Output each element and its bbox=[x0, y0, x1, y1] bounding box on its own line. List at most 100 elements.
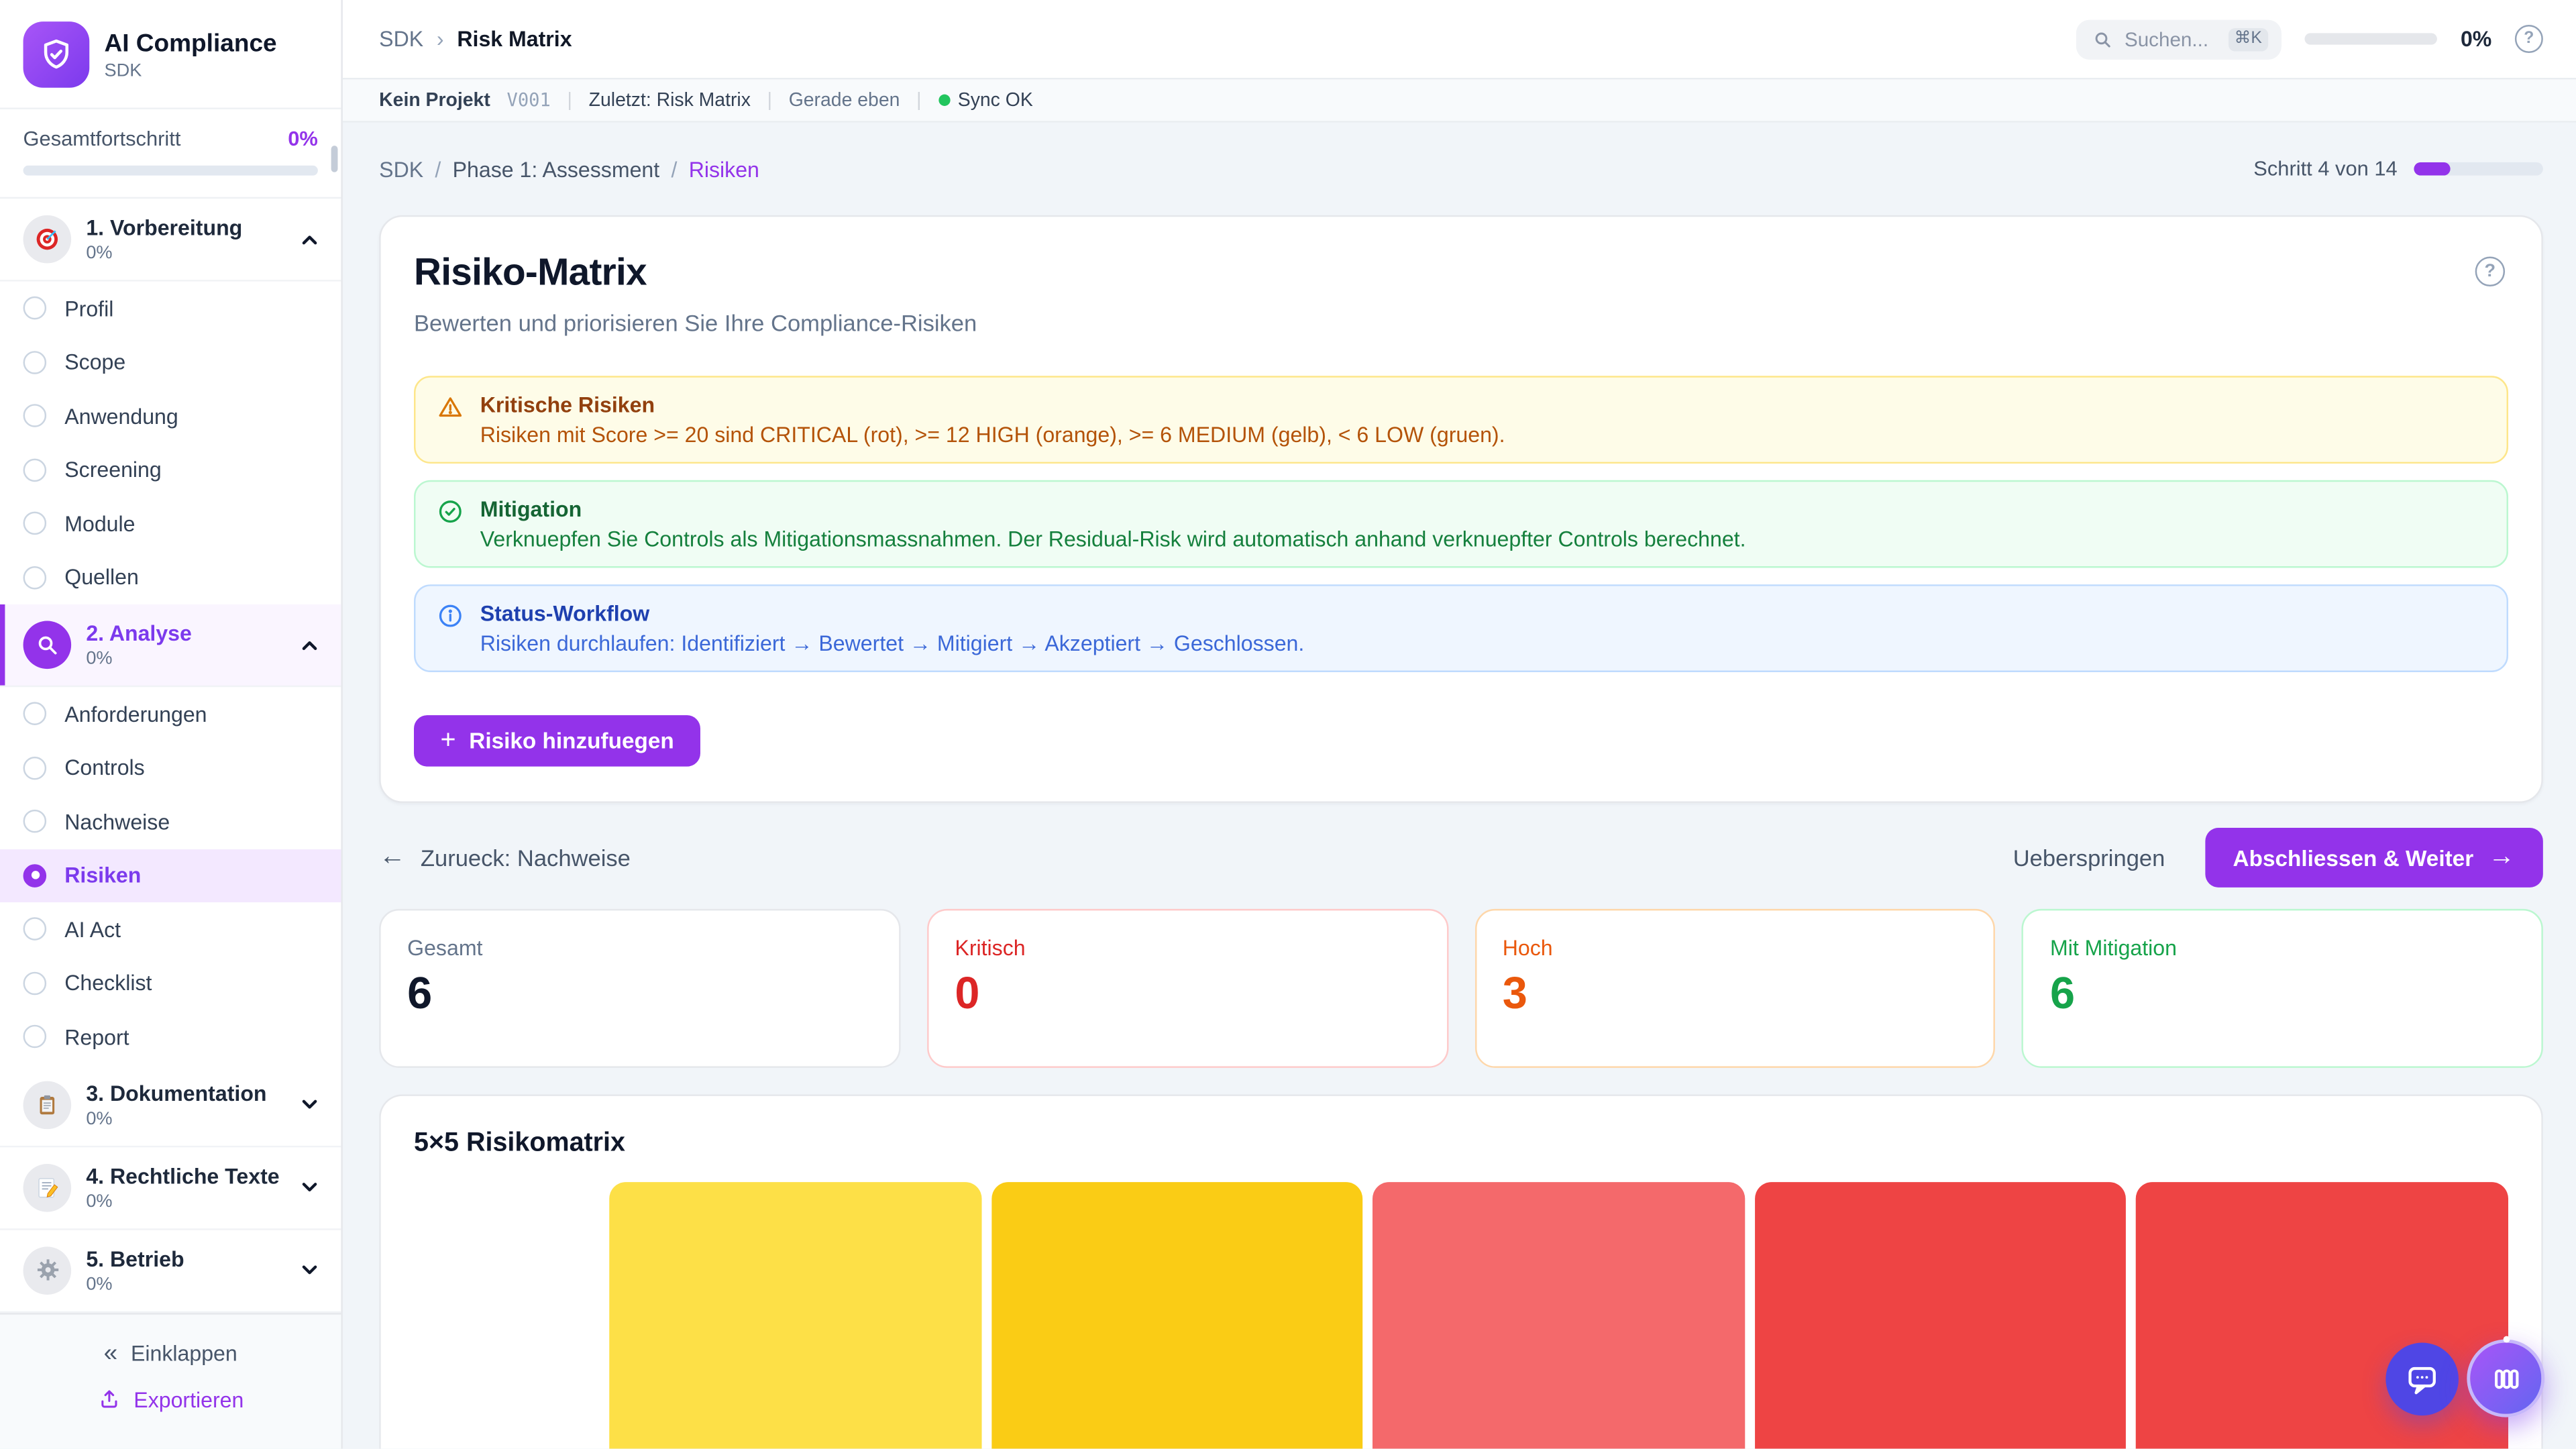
sidebar-item-screening[interactable]: Screening bbox=[0, 443, 341, 496]
radio-icon bbox=[23, 458, 47, 482]
sidebar-item-profil[interactable]: Profil bbox=[0, 282, 341, 335]
sync-status: Sync OK bbox=[938, 91, 1033, 111]
finish-next-button[interactable]: Abschliessen & Weiter → bbox=[2205, 828, 2543, 888]
stat-label: Gesamt bbox=[407, 935, 872, 960]
matrix-cell[interactable] bbox=[2137, 1182, 2508, 1448]
risk-matrix-grid-card: 5×5 Risikomatrix bbox=[379, 1094, 2543, 1448]
section-header-vorbereitung[interactable]: 1. Vorbereitung 0% bbox=[0, 199, 341, 281]
sidebar-item-controls[interactable]: Controls bbox=[0, 741, 341, 794]
help-icon[interactable]: ? bbox=[2515, 25, 2543, 53]
info-boxes: Kritische Risiken Risiken mit Score >= 2… bbox=[414, 376, 2508, 672]
info-box-title: Status-Workflow bbox=[480, 601, 1305, 626]
step-progress: Schritt 4 von 14 bbox=[2253, 157, 2543, 180]
info-box-text: Risiken durchlaufen: Identifiziert → Bew… bbox=[480, 631, 1305, 655]
sidebar-item-label: Nachweise bbox=[64, 809, 170, 834]
upload-icon bbox=[97, 1387, 121, 1411]
radio-icon bbox=[23, 971, 47, 995]
search-placeholder: Suchen... bbox=[2125, 28, 2216, 51]
matrix-cell[interactable] bbox=[991, 1182, 1362, 1448]
search-input[interactable]: Suchen... ⌘K bbox=[2076, 19, 2282, 58]
matrix-cell[interactable] bbox=[1373, 1182, 1744, 1448]
panels-fab-button[interactable] bbox=[2467, 1340, 2544, 1417]
matrix-cell[interactable] bbox=[1755, 1182, 2127, 1448]
collapse-sidebar-button[interactable]: « Einklappen bbox=[104, 1340, 237, 1365]
wizard-nav-row: ← Zurueck: Nachweise Ueberspringen Absch… bbox=[379, 828, 2543, 888]
info-box-critical-risks: Kritische Risiken Risiken mit Score >= 2… bbox=[414, 376, 2508, 464]
matrix-row-label-gutter bbox=[414, 1182, 599, 1448]
section-percent: 0% bbox=[86, 244, 283, 264]
chevron-up-icon bbox=[298, 633, 321, 657]
stats-row: Gesamt 6 Kritisch 0 Hoch 3 Mit Mitigatio… bbox=[379, 909, 2543, 1068]
step-label: Schritt 4 von 14 bbox=[2253, 157, 2397, 180]
chat-fab-button[interactable] bbox=[2385, 1343, 2459, 1416]
main-area: SDK › Risk Matrix Suchen... ⌘K 0% ? Kein… bbox=[343, 0, 2576, 1449]
section-percent: 0% bbox=[86, 1274, 283, 1294]
radio-icon bbox=[23, 702, 47, 726]
sidebar-scrollbar[interactable] bbox=[331, 146, 338, 172]
sidebar-item-label: Risiken bbox=[64, 863, 141, 888]
sidebar-section-analyse: 2. Analyse 0% Anforderungen Controls Nac… bbox=[0, 604, 341, 1064]
stat-card-mit-mitigation: Mit Mitigation 6 bbox=[2022, 909, 2543, 1068]
overall-progress-track bbox=[23, 166, 318, 176]
sidebar-item-ai-act[interactable]: AI Act bbox=[0, 902, 341, 956]
saved-time-label: Gerade eben bbox=[789, 91, 900, 111]
sidebar-item-label: Controls bbox=[64, 755, 145, 780]
back-button[interactable]: ← Zurueck: Nachweise bbox=[379, 843, 631, 872]
sidebar-item-label: Checklist bbox=[64, 971, 152, 996]
section-percent: 0% bbox=[86, 1108, 283, 1128]
stat-card-gesamt: Gesamt 6 bbox=[379, 909, 900, 1068]
radio-selected-icon bbox=[23, 864, 47, 888]
stat-value: 6 bbox=[407, 969, 872, 1020]
overall-progress: Gesamtfortschritt 0% bbox=[0, 109, 341, 199]
radio-icon bbox=[23, 351, 47, 374]
matrix-cell[interactable] bbox=[609, 1182, 981, 1448]
sidebar-item-nachweise[interactable]: Nachweise bbox=[0, 795, 341, 849]
version-badge: V001 bbox=[506, 89, 550, 111]
gear-icon bbox=[23, 1246, 72, 1294]
sidebar-item-scope[interactable]: Scope bbox=[0, 335, 341, 389]
sidebar-item-report[interactable]: Report bbox=[0, 1010, 341, 1063]
overall-progress-value: 0% bbox=[288, 127, 318, 151]
divider: | bbox=[916, 91, 921, 111]
arrow-right-icon: → bbox=[2488, 843, 2514, 872]
sidebar-item-label: Anforderungen bbox=[64, 702, 207, 727]
sidebar-item-label: Anwendung bbox=[64, 404, 178, 429]
radio-icon bbox=[23, 405, 47, 428]
page-breadcrumb: SDK / Phase 1: Assessment / Risiken bbox=[379, 156, 759, 181]
breadcrumb-root[interactable]: SDK bbox=[379, 26, 423, 51]
sidebar-item-quellen[interactable]: Quellen bbox=[0, 551, 341, 604]
add-risk-button[interactable]: + Risiko hinzufuegen bbox=[414, 715, 700, 767]
section-title: 3. Dokumentation bbox=[86, 1080, 283, 1105]
page-title: Risiko-Matrix bbox=[414, 250, 2508, 295]
section-header-betrieb[interactable]: 5. Betrieb 0% bbox=[0, 1229, 341, 1311]
sidebar-item-checklist[interactable]: Checklist bbox=[0, 956, 341, 1010]
sidebar-item-anwendung[interactable]: Anwendung bbox=[0, 389, 341, 443]
sidebar-item-label: Report bbox=[64, 1024, 129, 1049]
sync-label: Sync OK bbox=[958, 91, 1033, 111]
sidebar-item-module[interactable]: Module bbox=[0, 496, 341, 550]
warning-icon bbox=[437, 394, 464, 420]
info-box-text: Verknuepfen Sie Controls als Mitigations… bbox=[480, 527, 1746, 551]
card-help-icon[interactable]: ? bbox=[2475, 257, 2505, 286]
sidebar-item-anforderungen[interactable]: Anforderungen bbox=[0, 687, 341, 741]
sidebar-item-risiken-active[interactable]: Risiken bbox=[0, 849, 341, 902]
shield-logo-icon bbox=[23, 21, 90, 88]
sidebar-item-label: AI Act bbox=[64, 917, 121, 942]
sidebar-section-vorbereitung: 1. Vorbereitung 0% Profil Scope Anwendun… bbox=[0, 199, 341, 604]
divider: | bbox=[767, 91, 772, 111]
arrow-left-icon: ← bbox=[379, 843, 405, 872]
check-circle-icon bbox=[437, 498, 464, 525]
radio-icon bbox=[23, 566, 47, 589]
risk-matrix-card: Risiko-Matrix Bewerten und priorisieren … bbox=[379, 215, 2543, 803]
section-header-analyse[interactable]: 2. Analyse 0% bbox=[0, 604, 341, 687]
breadcrumb-sdk[interactable]: SDK bbox=[379, 156, 423, 181]
section-title: 1. Vorbereitung bbox=[86, 215, 283, 240]
search-shortcut-badge: ⌘K bbox=[2228, 28, 2269, 51]
section-header-dokumentation[interactable]: 3. Dokumentation 0% bbox=[0, 1064, 341, 1146]
stat-label: Kritisch bbox=[955, 935, 1419, 960]
skip-button[interactable]: Ueberspringen bbox=[2013, 845, 2165, 871]
section-header-rechtliche-texte[interactable]: 4. Rechtliche Texte 0% bbox=[0, 1146, 341, 1229]
stat-value: 3 bbox=[1503, 969, 1968, 1020]
breadcrumb-phase[interactable]: Phase 1: Assessment bbox=[453, 156, 660, 181]
export-button[interactable]: Exportieren bbox=[97, 1387, 244, 1411]
